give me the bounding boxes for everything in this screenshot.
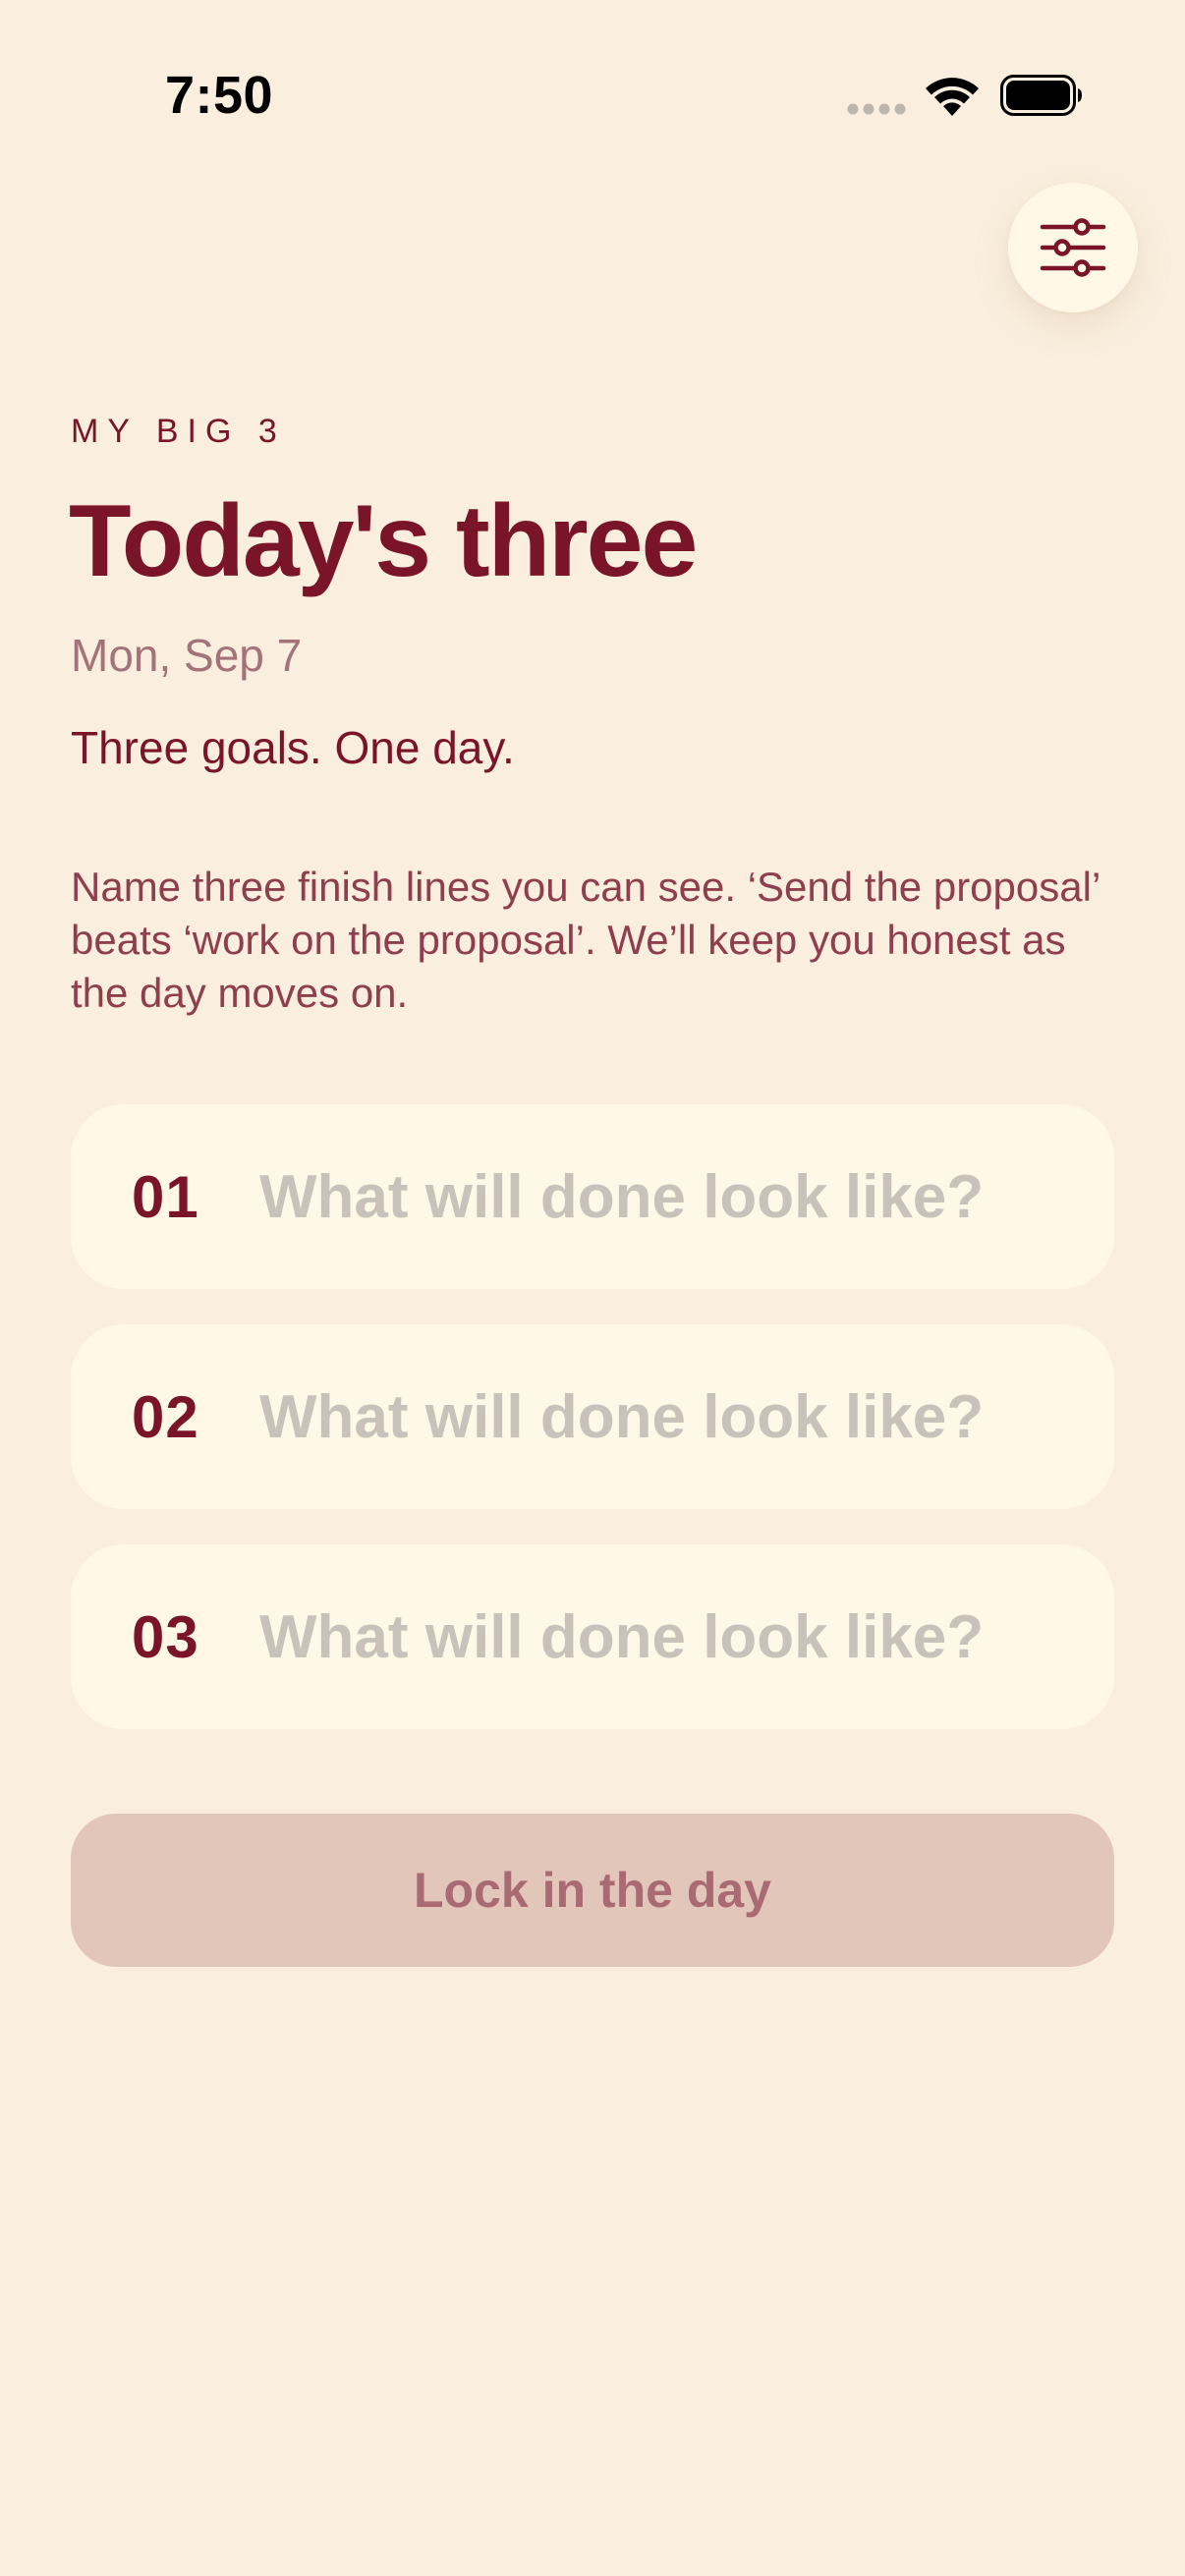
goal-card-1[interactable]: 01 [71,1104,1114,1289]
goal-card-3[interactable]: 03 [71,1544,1114,1729]
goal-input-2[interactable] [259,1368,1095,1466]
tagline: Three goals. One day. [71,722,515,773]
goal-input-3[interactable] [259,1588,1095,1686]
status-bar: 7:50 [0,0,1185,177]
battery-full-icon [1000,75,1082,116]
settings-button[interactable] [1008,183,1138,312]
lock-in-day-button[interactable]: Lock in the day [71,1814,1114,1967]
wifi-icon [926,78,979,116]
status-time: 7:50 [165,66,274,125]
goal-input-1[interactable] [259,1148,1095,1246]
instructions-text: Name three finish lines you can see. ‘Se… [71,864,1100,1016]
goal-card-2[interactable]: 02 [71,1324,1114,1509]
sliders-icon [1040,218,1106,277]
goal-number: 03 [132,1603,199,1670]
cellular-signal-dots-icon [847,103,906,115]
date-label: Mon, Sep 7 [71,630,303,681]
goal-number: 02 [132,1383,199,1450]
page-title: Today's three [69,484,698,598]
goal-number: 01 [132,1163,199,1230]
section-eyebrow: MY BIG 3 [71,413,286,450]
